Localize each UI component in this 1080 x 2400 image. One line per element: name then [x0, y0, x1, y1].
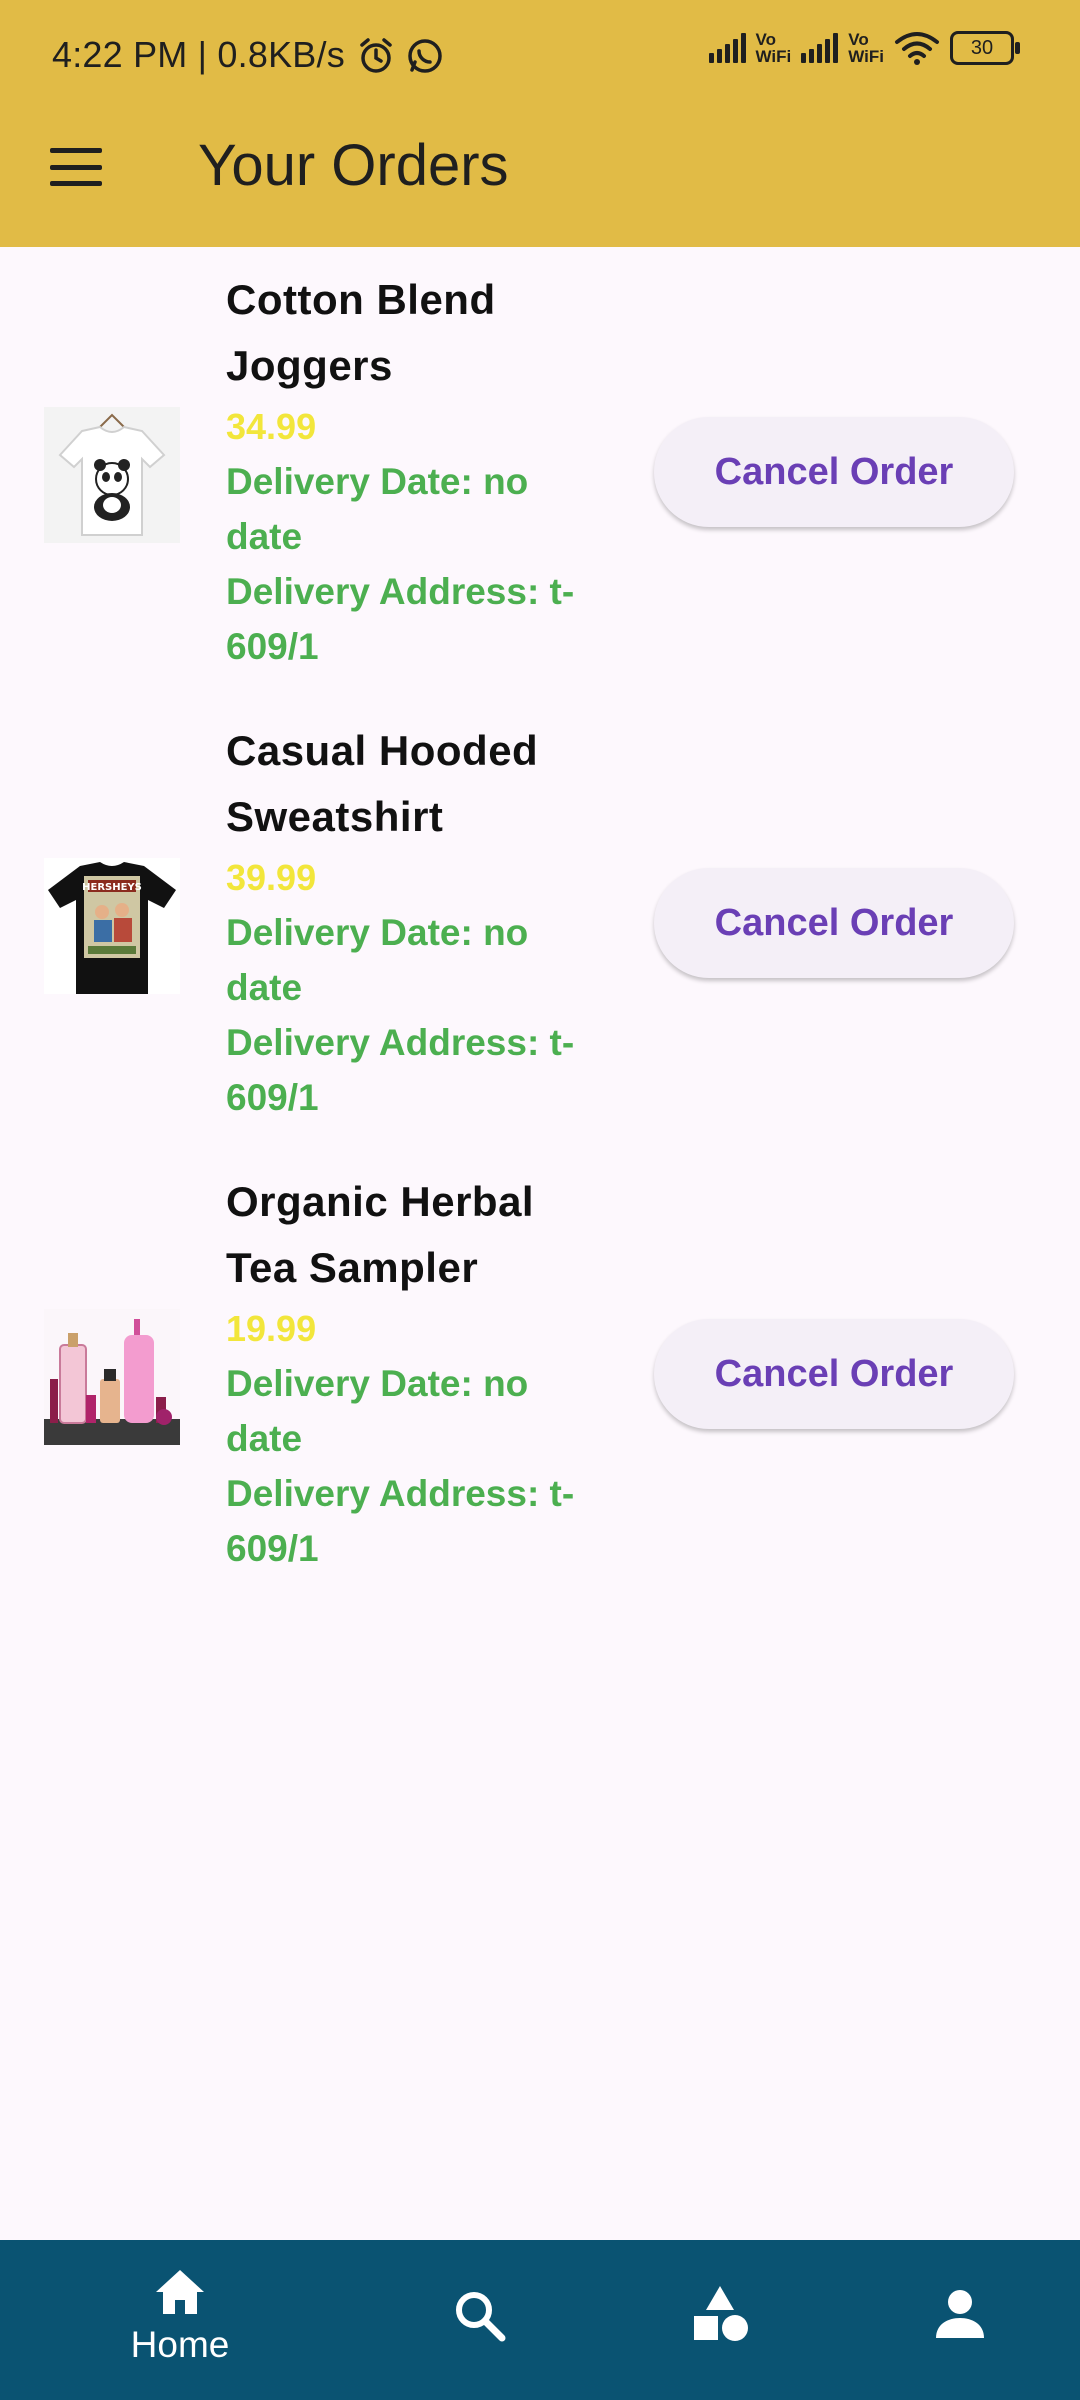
cancel-order-button[interactable]: Cancel Order [654, 417, 1014, 527]
product-image [44, 1309, 180, 1445]
top-app-bar: 4:22 PM | 0.8KB/s Vo WiFi Vo WiFi 30 You… [0, 0, 1080, 247]
product-name: Organic Herbal Tea Sampler [226, 1178, 535, 1291]
profile-icon [936, 2290, 984, 2338]
nav-profile[interactable] [920, 2240, 1000, 2400]
svg-text:HERSHEYS: HERSHEYS [82, 882, 142, 893]
nav-home[interactable]: Home [120, 2240, 240, 2400]
menu-icon[interactable] [50, 148, 102, 186]
search-icon [456, 2292, 506, 2342]
delivery-date: Delivery Date: no date [226, 1363, 529, 1459]
order-item: Cotton Blend Joggers 34.99 Delivery Date… [0, 247, 1080, 698]
vowifi-label-2: Vo WiFi [848, 30, 884, 66]
battery-icon: 30 [950, 31, 1020, 65]
product-price: 39.99 [226, 857, 317, 898]
status-time: 4:22 PM | 0.8KB/s [52, 34, 345, 75]
product-image: HERSHEYS [44, 858, 180, 994]
alarm-icon [360, 38, 392, 73]
product-price: 19.99 [226, 1308, 317, 1349]
status-system-icons: Vo WiFi Vo WiFi 30 [708, 30, 1020, 66]
product-name: Cotton Blend Joggers [226, 276, 496, 389]
order-item: Organic Herbal Tea Sampler 19.99 Deliver… [0, 1149, 1080, 1600]
page-title: Your Orders [198, 133, 509, 198]
order-info: Cotton Blend Joggers 34.99 Delivery Date… [226, 267, 586, 674]
signal-icon [801, 33, 839, 63]
nav-search[interactable] [440, 2240, 520, 2400]
cancel-order-button[interactable]: Cancel Order [654, 1319, 1014, 1429]
delivery-address: Delivery Address: t-609/1 [226, 571, 575, 667]
battery-level: 30 [970, 36, 994, 59]
product-name: Casual Hooded Sweatshirt [226, 727, 539, 840]
product-image [44, 407, 180, 543]
delivery-date: Delivery Date: no date [226, 461, 529, 557]
delivery-address: Delivery Address: t-609/1 [226, 1473, 575, 1569]
home-icon [156, 2270, 204, 2314]
product-price: 34.99 [226, 406, 317, 447]
order-info: Organic Herbal Tea Sampler 19.99 Deliver… [226, 1169, 586, 1576]
wifi-icon [895, 32, 939, 65]
nav-categories[interactable] [680, 2240, 760, 2400]
status-notification-icons [356, 36, 444, 76]
orders-list: Cotton Blend Joggers 34.99 Delivery Date… [0, 247, 1080, 1600]
cancel-order-button[interactable]: Cancel Order [654, 868, 1014, 978]
delivery-date: Delivery Date: no date [226, 912, 529, 1008]
status-bar: 4:22 PM | 0.8KB/s Vo WiFi Vo WiFi 30 [0, 0, 1080, 112]
whatsapp-icon [408, 39, 442, 73]
vowifi-label-1: Vo WiFi [755, 30, 792, 66]
nav-home-label: Home [130, 2324, 230, 2365]
signal-icon [708, 33, 746, 63]
order-item: HERSHEYS Casual Hooded Sweatshirt 39.99 … [0, 698, 1080, 1149]
order-info: Casual Hooded Sweatshirt 39.99 Delivery … [226, 718, 586, 1125]
delivery-address: Delivery Address: t-609/1 [226, 1022, 575, 1118]
bottom-navigation: Home [0, 2240, 1080, 2400]
categories-icon [694, 2286, 748, 2341]
